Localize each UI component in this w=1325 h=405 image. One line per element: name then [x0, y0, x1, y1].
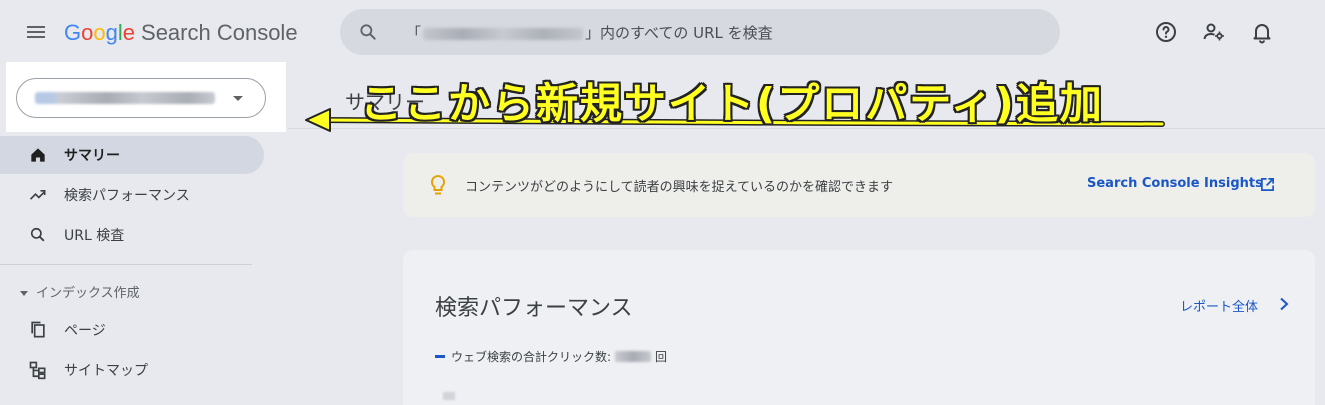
sidebar-divider [0, 264, 252, 265]
sidebar-item-label: URL 検査 [64, 228, 125, 244]
logo-letter: G [64, 20, 82, 45]
sidebar-item-label: ページ [64, 323, 106, 339]
full-report-link[interactable]: レポート全体 [1180, 296, 1258, 315]
sidebar-item-sitemap[interactable]: サイトマップ [0, 351, 264, 389]
chevron-down-icon [233, 96, 243, 101]
insights-description: コンテンツがどのようにして読者の興味を捉えているのかを確認できます [465, 180, 893, 195]
search-suffix: 」内のすべての URL を検査 [585, 24, 773, 42]
bell-icon[interactable] [1250, 20, 1274, 44]
sidebar-item-label: 検索パフォーマンス [64, 188, 190, 204]
home-icon [31, 148, 45, 162]
chevron-right-icon[interactable] [1278, 297, 1290, 311]
chart-legend[interactable]: ウェブ検索の合計クリック数: 回 [435, 348, 667, 365]
legend-swatch [435, 355, 445, 358]
legend-label: ウェブ検索の合計クリック数: [451, 350, 612, 364]
logo-letter: g [105, 20, 118, 45]
redacted-domain [423, 27, 584, 40]
help-icon[interactable] [1154, 20, 1178, 44]
sidebar-item-label: サイトマップ [64, 363, 148, 379]
logo-letter: o [81, 20, 94, 45]
top-app-bar: Google Search Console 「 」内のすべての URL を検査 [0, 0, 1325, 64]
manage-users-icon[interactable] [1202, 20, 1226, 44]
legend-unit: 回 [655, 350, 668, 364]
collapse-triangle-icon [20, 291, 28, 296]
trending-up-icon [29, 190, 46, 200]
property-selector-panel [6, 62, 286, 132]
logo-letter: o [93, 20, 106, 45]
redacted-click-count [615, 351, 652, 362]
redacted-property-name [35, 92, 215, 104]
section-label: インデックス作成 [36, 286, 140, 301]
search-icon [30, 227, 45, 242]
sidebar-item-pages[interactable]: ページ [0, 311, 264, 349]
performance-title: 検索パフォーマンス [435, 296, 633, 321]
search-prefix: 「 [406, 24, 422, 42]
sidebar-item-summary[interactable]: サマリー [0, 136, 264, 174]
app-logo[interactable]: Google Search Console [64, 20, 298, 46]
insights-card: コンテンツがどのようにして読者の興味を捉えているのかを確認できます Search… [403, 153, 1315, 217]
property-selector[interactable] [16, 78, 266, 118]
sidebar-section-indexing[interactable]: インデックス作成 [20, 282, 140, 301]
url-inspection-search[interactable]: 「 」内のすべての URL を検査 [340, 9, 1060, 55]
redacted-axis-tick [443, 392, 455, 400]
sitemap-icon [29, 361, 46, 380]
menu-icon[interactable] [24, 20, 48, 44]
search-icon [360, 24, 376, 40]
sidebar-item-url-inspection[interactable]: URL 検査 [0, 216, 264, 254]
sidebar-item-label: サマリー [64, 148, 120, 164]
logo-letter: e [122, 20, 136, 45]
insights-link[interactable]: Search Console Insights [1087, 176, 1263, 191]
app-title: Search Console [141, 20, 298, 45]
performance-card: 検索パフォーマンス レポート全体 ウェブ検索の合計クリック数: 回 [403, 250, 1315, 405]
annotation-text: ここから新規サイト(プロパティ)追加 [360, 79, 1104, 128]
pages-icon [31, 321, 45, 338]
search-placeholder[interactable]: 「 」内のすべての URL を検査 [406, 22, 773, 43]
lightbulb-icon [430, 174, 446, 195]
open-in-new-icon[interactable] [1260, 177, 1275, 192]
sidebar-item-performance[interactable]: 検索パフォーマンス [0, 176, 264, 214]
